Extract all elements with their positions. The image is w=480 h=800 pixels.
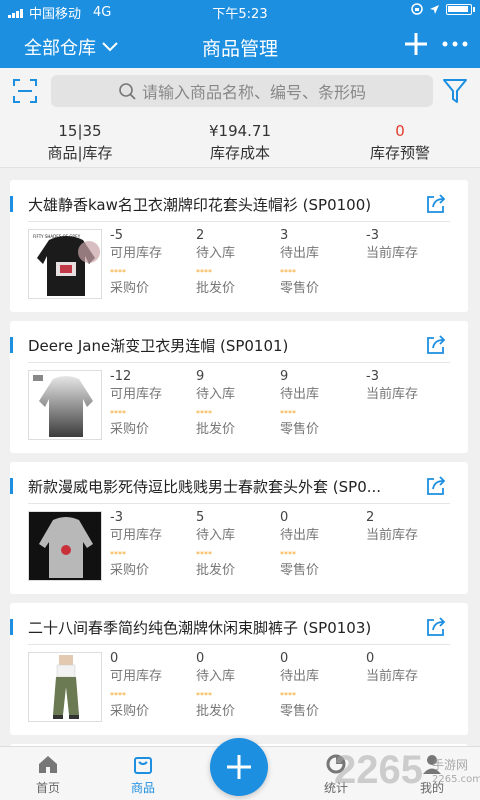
scan-icon[interactable]: [12, 78, 38, 104]
stat-outgoing: 0 待出库: [280, 510, 320, 543]
stat-incoming: 9 待入库: [196, 369, 236, 402]
stat-outgoing: 3 待出库: [280, 228, 320, 261]
search-row: 请输入商品名称、编号、条形码: [0, 68, 480, 114]
user-icon: [423, 755, 441, 774]
status-right: [411, 3, 475, 15]
summary-value: 0: [395, 122, 405, 140]
summary-label: 商品|库存: [47, 144, 113, 162]
price-purchase: **** 采购价: [110, 409, 150, 437]
search-input[interactable]: 请输入商品名称、编号、条形码: [51, 75, 433, 107]
battery-icon: [446, 3, 475, 15]
status-bar: 中国移动 4G 下午5:23: [0, 0, 480, 22]
product-name: 新款漫威电影死侍逗比贱贱男士春款套头外套 (SP0...: [28, 478, 382, 496]
card-accent: [10, 337, 13, 353]
product-name: Deere Jane渐变卫衣男连帽 (SP0101): [28, 337, 289, 355]
stat-incoming: 0 待入库: [196, 651, 236, 684]
location-icon: [430, 4, 439, 14]
thumb-caption: FIFTY SHADES OF GREY: [33, 234, 81, 239]
nav-bar: 全部仓库 商品管理: [0, 22, 480, 68]
warehouse-selector[interactable]: 全部仓库: [24, 34, 118, 60]
rotation-lock-icon: [411, 3, 423, 15]
stat-outgoing: 9 待出库: [280, 369, 320, 402]
stat-current: 0 当前库存: [366, 651, 419, 684]
price-retail: **** 零售价: [280, 550, 320, 578]
home-icon: [39, 756, 57, 773]
price-retail: **** 零售价: [280, 691, 320, 719]
tab-profile[interactable]: 我的: [397, 747, 467, 800]
summary-value: ¥194.71: [208, 122, 272, 140]
search-placeholder: 请输入商品名称、编号、条形码: [141, 83, 366, 102]
chart-icon: [326, 754, 346, 774]
status-time: 下午5:23: [212, 7, 268, 22]
product-name: 二十八间春季简约纯色潮牌休闲束脚裤子 (SP0103): [28, 619, 372, 637]
price-retail: **** 零售价: [280, 268, 320, 296]
price-wholesale: **** 批发价: [196, 268, 236, 296]
share-icon[interactable]: [424, 474, 448, 498]
product-name: 大雄静香kaw名卫衣潮牌印花套头连帽衫 (SP0100): [28, 196, 372, 214]
card-divider: [28, 362, 450, 363]
tab-label: 商品: [130, 781, 155, 795]
tab-products[interactable]: 商品: [108, 747, 178, 800]
tab-home[interactable]: 首页: [13, 747, 83, 800]
card-divider: [28, 644, 450, 645]
price-wholesale: **** 批发价: [196, 691, 236, 719]
more-icon[interactable]: [440, 30, 470, 58]
summary-label: 库存成本: [209, 144, 270, 162]
inventory-summary: 15|35 商品|库存 ¥194.71 库存成本 0 库存预警: [0, 114, 480, 168]
product-thumbnail: [28, 370, 102, 440]
stat-current: -3 当前库存: [366, 228, 419, 261]
add-product-icon[interactable]: [402, 30, 430, 58]
tab-label: 首页: [35, 781, 60, 795]
hoodie-black-image: FIFTY SHADES OF GREY: [29, 230, 101, 298]
card-divider: [28, 503, 450, 504]
stat-available: 0 可用库存: [110, 651, 163, 684]
product-card[interactable]: Deere Jane渐变卫衣男连帽 (SP0101) -12 可用库存 9 待入库 …: [10, 321, 468, 453]
card-accent: [10, 478, 13, 494]
stat-available: -3 可用库存: [110, 510, 163, 543]
product-thumbnail: [28, 511, 102, 581]
summary-value: 15|35: [58, 122, 102, 140]
card-accent: [10, 196, 13, 212]
stat-outgoing: 0 待出库: [280, 651, 320, 684]
card-accent: [10, 619, 13, 635]
product-card[interactable]: 二十八间春季简约纯色潮牌休闲束脚裤子 (SP0103) 0 可用库存 0 待入库 0…: [10, 603, 468, 735]
product-thumbnail: FIFTY SHADES OF GREY: [28, 229, 102, 299]
tab-label: 我的: [419, 781, 444, 795]
warehouse-label: 全部仓库: [24, 38, 96, 59]
chevron-down-icon: [102, 42, 118, 52]
add-fab-button[interactable]: [210, 738, 268, 796]
hoodie-gradient-image: [29, 371, 101, 439]
price-wholesale: **** 批发价: [196, 550, 236, 578]
product-card[interactable]: 大雄静香kaw名卫衣潮牌印花套头连帽衫 (SP0100) FIFTY SHADE…: [10, 180, 468, 312]
stat-incoming: 2 待入库: [196, 228, 236, 261]
summary-stock-cost[interactable]: ¥194.71 库存成本: [160, 114, 320, 167]
product-thumbnail: [28, 652, 102, 722]
share-icon[interactable]: [424, 615, 448, 639]
summary-products-stock[interactable]: 15|35 商品|库存: [0, 114, 160, 167]
share-icon[interactable]: [424, 333, 448, 357]
stat-available: -5 可用库存: [110, 228, 163, 261]
price-retail: **** 零售价: [280, 409, 320, 437]
summary-label: 库存预警: [369, 144, 430, 162]
summary-stock-warning[interactable]: 0 库存预警: [320, 114, 480, 167]
price-purchase: **** 采购价: [110, 268, 150, 296]
bag-icon: [134, 757, 152, 774]
price-purchase: **** 采购价: [110, 550, 150, 578]
price-wholesale: **** 批发价: [196, 409, 236, 437]
share-icon[interactable]: [424, 192, 448, 216]
tab-label: 统计: [323, 781, 348, 795]
price-purchase: **** 采购价: [110, 691, 150, 719]
stat-current: -3 当前库存: [366, 369, 419, 402]
stat-incoming: 5 待入库: [196, 510, 236, 543]
product-card[interactable]: 新款漫威电影死侍逗比贱贱男士春款套头外套 (SP0... -3 可用库存 5 待入库…: [10, 462, 468, 594]
stat-current: 2 当前库存: [366, 510, 419, 543]
filter-icon[interactable]: [443, 78, 467, 104]
pants-image: [29, 653, 101, 721]
hoodie-grey-image: [29, 512, 101, 580]
plus-icon: [227, 755, 251, 779]
tab-statistics[interactable]: 统计: [301, 747, 371, 800]
card-divider: [28, 221, 450, 222]
search-icon: [119, 83, 136, 100]
stat-available: -12 可用库存: [110, 369, 163, 402]
